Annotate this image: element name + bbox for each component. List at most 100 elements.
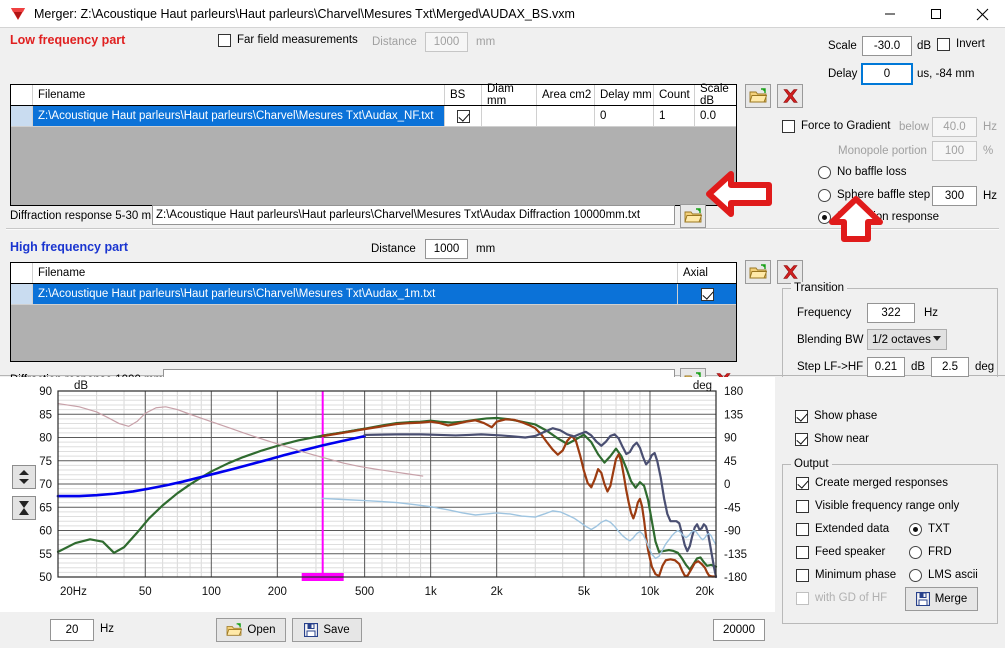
lf-distance-input[interactable] bbox=[425, 32, 468, 52]
lf-diffraction-input[interactable] bbox=[152, 205, 675, 225]
radio-diffraction-response[interactable]: Diffraction response bbox=[818, 211, 939, 224]
high-frequency-file-grid[interactable]: Filename Axial Z:\Acoustique Haut parleu… bbox=[10, 262, 737, 362]
hf-grid-header: Filename Axial bbox=[11, 263, 736, 284]
lf-row-bs[interactable] bbox=[445, 106, 482, 126]
scale-input[interactable] bbox=[862, 36, 912, 56]
svg-text:2k: 2k bbox=[491, 586, 503, 598]
extended-data-checkbox-box[interactable] bbox=[796, 523, 809, 536]
hf-row-filename[interactable]: Z:\Acoustique Haut parleurs\Haut parleur… bbox=[33, 284, 678, 304]
lf-row-scale[interactable]: 0.0 bbox=[695, 106, 736, 126]
with-gd-of-hf-checkbox: with GD of HF bbox=[796, 592, 887, 605]
visible-frequency-range-checkbox[interactable]: Visible frequency range only bbox=[796, 500, 959, 513]
minimum-phase-checkbox[interactable]: Minimum phase bbox=[796, 569, 896, 582]
invert-checkbox-box[interactable] bbox=[937, 38, 950, 51]
create-merged-checkbox-box[interactable] bbox=[796, 477, 809, 490]
format-lms-radio-row[interactable]: LMS ascii bbox=[909, 569, 978, 582]
lf-grid-empty-area[interactable] bbox=[11, 127, 736, 205]
lf-bs-checkbox[interactable] bbox=[456, 109, 470, 123]
format-txt-radio-row[interactable]: TXT bbox=[909, 523, 950, 536]
no-baffle-loss-radio[interactable] bbox=[818, 166, 831, 179]
extended-data-checkbox[interactable]: Extended data bbox=[796, 523, 889, 536]
delay-input[interactable] bbox=[861, 63, 913, 85]
below-input[interactable] bbox=[932, 117, 977, 137]
diffraction-response-radio[interactable] bbox=[818, 211, 831, 224]
hf-row-handle[interactable] bbox=[11, 284, 33, 304]
lf-delete-file-button[interactable] bbox=[777, 84, 803, 108]
window-title: Merger: Z:\Acoustique Haut parleurs\Haut… bbox=[34, 6, 575, 21]
force-gradient-checkbox-box[interactable] bbox=[782, 120, 795, 133]
lf-row-area[interactable] bbox=[537, 106, 595, 126]
table-row[interactable]: Z:\Acoustique Haut parleurs\Haut parleur… bbox=[11, 106, 736, 127]
response-chart[interactable]: 50 55 60 65 70 75 80 85 90 -180 -135 -90 -45 0 45 90 135… bbox=[0, 377, 775, 648]
hf-row-axial[interactable] bbox=[678, 284, 736, 304]
divider-lf-hf bbox=[6, 228, 999, 230]
frd-radio[interactable] bbox=[909, 546, 922, 559]
hf-distance-label: Distance bbox=[371, 243, 416, 255]
low-frequency-file-grid[interactable]: Filename BS Diam mm Area cm2 Delay mm Co… bbox=[10, 83, 737, 206]
far-field-measurements-checkbox[interactable]: Far field measurements bbox=[218, 34, 358, 47]
lf-row-delay[interactable]: 0 bbox=[595, 106, 654, 126]
force-to-gradient-checkbox[interactable]: Force to Gradient bbox=[782, 120, 890, 133]
far-field-checkbox-box[interactable] bbox=[218, 34, 231, 47]
hf-axial-checkbox[interactable] bbox=[700, 287, 714, 301]
monopole-input[interactable] bbox=[932, 141, 977, 161]
fmin-input[interactable] bbox=[50, 619, 94, 641]
lf-diffraction-open-button[interactable] bbox=[680, 204, 706, 228]
chart-canvas[interactable]: 50 55 60 65 70 75 80 85 90 -180 -135 -90 -45 0 45 90 135… bbox=[0, 377, 775, 613]
svg-text:70: 70 bbox=[39, 479, 52, 491]
show-phase-checkbox[interactable]: Show phase bbox=[795, 410, 877, 423]
title-bar: Merger: Z:\Acoustique Haut parleurs\Haut… bbox=[0, 0, 1005, 28]
svg-text:-180: -180 bbox=[724, 572, 747, 584]
lms-radio[interactable] bbox=[909, 569, 922, 582]
format-frd-radio-row[interactable]: FRD bbox=[909, 546, 952, 559]
invert-label: Invert bbox=[956, 38, 985, 50]
show-near-checkbox[interactable]: Show near bbox=[795, 433, 869, 446]
maximize-button[interactable] bbox=[913, 0, 959, 28]
lf-row-diam[interactable] bbox=[482, 106, 537, 126]
lf-row-handle[interactable] bbox=[11, 106, 33, 126]
svg-text:90: 90 bbox=[39, 386, 52, 398]
hf-delete-file-button[interactable] bbox=[777, 260, 803, 284]
monopole-unit: % bbox=[983, 145, 994, 157]
feed-speaker-checkbox-box[interactable] bbox=[796, 546, 809, 559]
lf-row-count[interactable]: 1 bbox=[654, 106, 695, 126]
sphere-baffle-step-input[interactable] bbox=[932, 186, 977, 206]
svg-text:80: 80 bbox=[39, 433, 52, 445]
collapse-hourglass-button[interactable] bbox=[12, 496, 36, 520]
minimum-phase-checkbox-box[interactable] bbox=[796, 569, 809, 582]
merge-button[interactable]: Merge bbox=[905, 587, 978, 611]
save-button[interactable]: Save bbox=[292, 618, 362, 642]
hf-open-file-button[interactable] bbox=[745, 260, 771, 284]
invert-checkbox[interactable]: Invert bbox=[937, 38, 985, 51]
svg-text:60: 60 bbox=[39, 526, 52, 538]
svg-text:10k: 10k bbox=[641, 586, 660, 598]
feed-speaker-label: Feed speaker bbox=[815, 546, 886, 558]
txt-radio[interactable] bbox=[909, 523, 922, 536]
create-merged-responses-checkbox[interactable]: Create merged responses bbox=[796, 477, 948, 490]
minimize-button[interactable] bbox=[867, 0, 913, 28]
step-deg-input[interactable] bbox=[931, 357, 969, 377]
open-button[interactable]: Open bbox=[216, 618, 286, 642]
sphere-baffle-step-radio[interactable] bbox=[818, 189, 831, 202]
step-db-input[interactable] bbox=[867, 357, 905, 377]
fmax-input[interactable] bbox=[713, 619, 765, 641]
svg-text:500: 500 bbox=[355, 586, 374, 598]
blending-bw-select[interactable]: 1/2 octaves bbox=[867, 329, 947, 350]
blending-bw-dropdown[interactable]: 1/2 octaves bbox=[867, 329, 947, 350]
show-near-checkbox-box[interactable] bbox=[795, 433, 808, 446]
transition-group-label: Transition bbox=[791, 282, 848, 294]
feed-speaker-checkbox[interactable]: Feed speaker bbox=[796, 546, 885, 559]
radio-no-baffle-loss[interactable]: No baffle loss bbox=[818, 166, 906, 179]
radio-sphere-baffle-step[interactable]: Sphere baffle step bbox=[818, 189, 930, 202]
lf-open-file-button[interactable] bbox=[745, 84, 771, 108]
hf-distance-input[interactable] bbox=[425, 239, 468, 259]
hf-grid-empty-area[interactable] bbox=[11, 305, 736, 361]
visible-range-checkbox-box[interactable] bbox=[796, 500, 809, 513]
transition-frequency-input[interactable] bbox=[867, 303, 915, 323]
visible-range-label: Visible frequency range only bbox=[815, 500, 960, 512]
close-button[interactable] bbox=[959, 0, 1005, 28]
scroll-updown-button[interactable] bbox=[12, 465, 36, 489]
show-phase-checkbox-box[interactable] bbox=[795, 410, 808, 423]
table-row[interactable]: Z:\Acoustique Haut parleurs\Haut parleur… bbox=[11, 284, 736, 305]
lf-row-filename[interactable]: Z:\Acoustique Haut parleurs\Haut parleur… bbox=[33, 106, 445, 126]
